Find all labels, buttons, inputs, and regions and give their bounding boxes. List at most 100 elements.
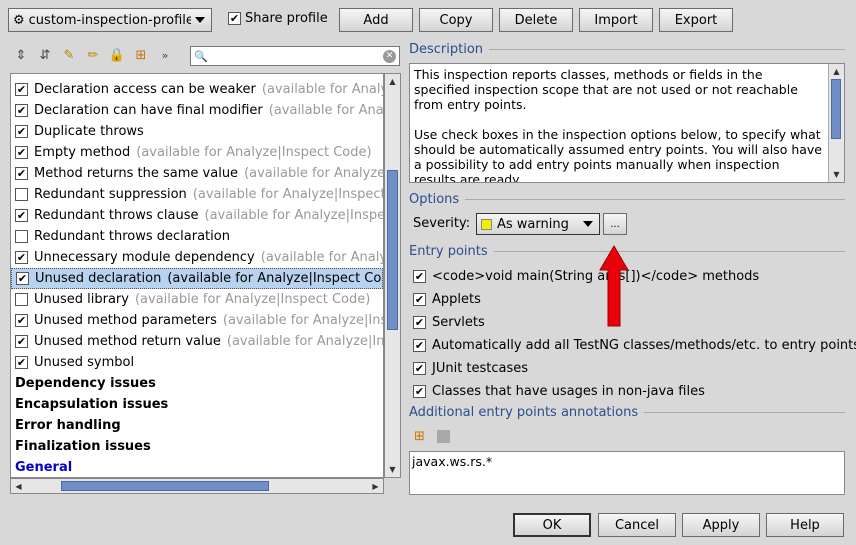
search-field[interactable] bbox=[210, 48, 383, 64]
checkbox-icon[interactable] bbox=[15, 293, 28, 306]
checkbox-icon[interactable]: ✔ bbox=[15, 209, 28, 222]
tree-item[interactable]: ✔ Declaration can have final modifier (ava… bbox=[11, 100, 383, 121]
checkbox-icon[interactable]: ✔ bbox=[15, 356, 28, 369]
entry-point-label: Classes that have usages in non-java fil… bbox=[432, 384, 705, 399]
tree-item-name: Unused declaration bbox=[35, 271, 162, 286]
inspection-tree[interactable]: ✔ Declaration access can be weaker (availa… bbox=[10, 73, 384, 478]
tree-group[interactable]: General bbox=[11, 457, 383, 477]
checkbox-icon[interactable] bbox=[15, 188, 28, 201]
red-arrow-icon bbox=[598, 244, 630, 332]
list-item[interactable]: javax.ws.rs.* bbox=[412, 454, 842, 469]
entry-point-checkbox[interactable]: ✔ JUnit testcases bbox=[413, 357, 849, 380]
apply-button[interactable]: Apply bbox=[682, 513, 760, 537]
tree-group[interactable]: Dependency issues bbox=[11, 373, 383, 394]
scroll-up-icon[interactable]: ▲ bbox=[385, 74, 400, 89]
tree-horizontal-scrollbar[interactable]: ◀ ▶ bbox=[10, 478, 384, 494]
tree-item-name: Empty method bbox=[34, 145, 131, 160]
description-box[interactable]: This inspection reports classes, methods… bbox=[409, 63, 845, 183]
checkbox-icon[interactable] bbox=[15, 230, 28, 243]
delete-button[interactable]: Delete bbox=[499, 8, 573, 32]
checkbox-icon[interactable]: ✔ bbox=[15, 167, 28, 180]
scroll-thumb[interactable] bbox=[831, 79, 841, 139]
tree-item[interactable]: ✔ Unused method parameters (available for … bbox=[11, 310, 383, 331]
remove-icon[interactable] bbox=[437, 430, 450, 443]
cancel-button[interactable]: Cancel bbox=[598, 513, 676, 537]
entry-point-checkbox[interactable]: ✔ Applets bbox=[413, 288, 849, 311]
lock-icon[interactable]: 🔒 bbox=[108, 46, 126, 64]
checkbox-icon[interactable]: ✔ bbox=[15, 104, 28, 117]
tree-group[interactable]: Encapsulation issues bbox=[11, 394, 383, 415]
search-input[interactable]: 🔍 ✕ bbox=[190, 46, 400, 66]
tree-item[interactable]: ✔ Empty method (available for Analyze|Insp… bbox=[11, 142, 383, 163]
tree-item-availability: (available for Analyze|Inspect Code) bbox=[134, 292, 371, 307]
close-icon[interactable]: ✕ bbox=[383, 49, 396, 63]
checkbox-icon[interactable]: ✔ bbox=[15, 83, 28, 96]
add-icon[interactable]: ⊞ bbox=[412, 429, 427, 444]
tree-item[interactable]: ✔ Unused declaration (available for Analyz… bbox=[11, 268, 383, 289]
description-scrollbar[interactable]: ▲ ▼ bbox=[828, 64, 844, 182]
tree-group[interactable]: Finalization issues bbox=[11, 436, 383, 457]
checkbox-icon[interactable]: ✔ bbox=[15, 125, 28, 138]
checkbox-icon[interactable]: ✔ bbox=[413, 316, 426, 329]
tree-item[interactable]: ✔ Duplicate throws bbox=[11, 121, 383, 142]
entry-point-checkbox[interactable]: ✔ Servlets bbox=[413, 311, 849, 334]
scroll-down-icon[interactable]: ▼ bbox=[829, 167, 844, 182]
export-button[interactable]: Export bbox=[659, 8, 733, 32]
tree-vertical-scrollbar[interactable]: ▲ ▼ bbox=[384, 73, 401, 478]
scroll-down-icon[interactable]: ▼ bbox=[385, 462, 400, 477]
tree-item[interactable]: ✔ Unnecessary module dependency (available… bbox=[11, 247, 383, 268]
tree-item[interactable]: ✔ Unused symbol bbox=[11, 352, 383, 373]
checkbox-icon[interactable]: ✔ bbox=[413, 293, 426, 306]
checkbox-icon[interactable]: ✔ bbox=[15, 314, 28, 327]
add-button[interactable]: Add bbox=[339, 8, 413, 32]
tree-item[interactable]: Redundant suppression (available for Anal… bbox=[11, 184, 383, 205]
entry-point-checkbox[interactable]: ✔ Automatically add all TestNG classes/me… bbox=[413, 334, 856, 357]
tree-item-availability: (available for Analyze|Inspect Code) bbox=[204, 208, 384, 223]
tree-item[interactable]: ✔ Method returns the same value (available… bbox=[11, 163, 383, 184]
scroll-up-icon[interactable]: ▲ bbox=[829, 64, 844, 79]
share-profile-checkbox[interactable]: ✔ Share profile bbox=[228, 11, 328, 26]
tree-item[interactable]: ✔ Unused method return value (available fo… bbox=[11, 331, 383, 352]
tree-item-availability: (available for Analyze|Inspect Code) bbox=[192, 187, 383, 202]
help-button[interactable]: Help bbox=[766, 513, 844, 537]
checkbox-icon[interactable]: ✔ bbox=[16, 272, 29, 285]
tree-item-name: Unused library bbox=[34, 292, 129, 307]
tree-item[interactable]: Redundant throws declaration bbox=[11, 226, 383, 247]
search-icon: 🔍 bbox=[194, 49, 208, 63]
profile-name: custom-inspection-profile bbox=[28, 12, 191, 28]
edit-icon[interactable]: ✏ bbox=[84, 46, 102, 64]
severity-combo[interactable]: As warning bbox=[476, 213, 600, 235]
entry-point-checkbox[interactable]: ✔ <code>void main(String args[])</code> m… bbox=[413, 265, 849, 288]
copy-button[interactable]: Copy bbox=[419, 8, 493, 32]
reset-defaults-icon[interactable]: ✎ bbox=[60, 46, 78, 64]
tree-item[interactable]: ✔ Redundant throws clause (available for A… bbox=[11, 205, 383, 226]
ok-button[interactable]: OK bbox=[513, 513, 591, 537]
checkbox-icon[interactable]: ✔ bbox=[413, 339, 426, 352]
tree-group[interactable]: Error handling bbox=[11, 415, 383, 436]
import-button[interactable]: Import bbox=[579, 8, 653, 32]
annotations-list[interactable]: javax.ws.rs.* bbox=[409, 451, 845, 495]
expand-all-icon[interactable]: ⇕ bbox=[12, 46, 30, 64]
scroll-left-icon[interactable]: ◀ bbox=[11, 479, 26, 494]
severity-edit-button[interactable]: ... bbox=[603, 213, 627, 235]
more-icon[interactable]: » bbox=[156, 46, 174, 64]
checkbox-icon[interactable]: ✔ bbox=[413, 362, 426, 375]
collapse-all-icon[interactable]: ⇵ bbox=[36, 46, 54, 64]
checkbox-icon[interactable]: ✔ bbox=[413, 270, 426, 283]
tree-item-name: Unused method parameters bbox=[34, 313, 217, 328]
checkbox-icon[interactable]: ✔ bbox=[413, 385, 426, 398]
add-icon[interactable]: ⊞ bbox=[132, 46, 150, 64]
tree-item-name: Unnecessary module dependency bbox=[34, 250, 255, 265]
scroll-thumb[interactable] bbox=[61, 481, 269, 491]
checkbox-icon[interactable]: ✔ bbox=[15, 146, 28, 159]
tree-item[interactable]: ✔ Declaration access can be weaker (availa… bbox=[11, 79, 383, 100]
tree-item[interactable]: Unused library (available for Analyze|Ins… bbox=[11, 289, 383, 310]
entry-point-checkbox[interactable]: ✔ Classes that have usages in non-java fi… bbox=[413, 380, 849, 403]
checkbox-icon[interactable]: ✔ bbox=[15, 251, 28, 264]
scroll-right-icon[interactable]: ▶ bbox=[368, 479, 383, 494]
checkbox-icon[interactable]: ✔ bbox=[15, 335, 28, 348]
scroll-thumb[interactable] bbox=[387, 170, 398, 330]
profile-combo[interactable]: ⚙ custom-inspection-profile bbox=[8, 8, 212, 32]
description-title: Description bbox=[409, 42, 484, 57]
tree-item-name: Redundant throws declaration bbox=[34, 229, 230, 244]
